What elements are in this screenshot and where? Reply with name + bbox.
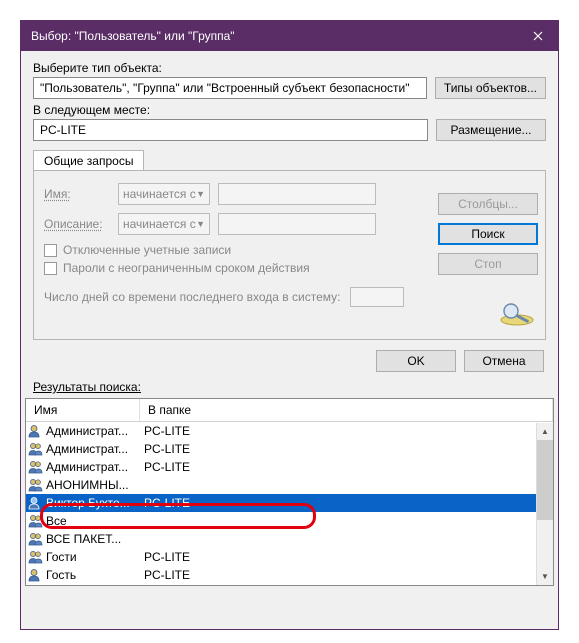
table-row[interactable]: Администрат...PC-LITE bbox=[26, 440, 553, 458]
cancel-button[interactable]: Отмена bbox=[464, 350, 544, 372]
titlebar: Выбор: "Пользователь" или "Группа" bbox=[21, 21, 558, 51]
non-expiring-pwd-checkbox[interactable] bbox=[44, 262, 57, 275]
last-login-days-input[interactable] bbox=[350, 287, 404, 307]
table-row[interactable]: Все bbox=[26, 512, 553, 530]
table-row[interactable]: ГостиPC-LITE bbox=[26, 548, 553, 566]
location-button[interactable]: Размещение... bbox=[436, 119, 546, 141]
table-row[interactable]: Виктор Бухте...PC-LITE bbox=[26, 494, 553, 512]
header-name[interactable]: Имя bbox=[26, 399, 140, 421]
search-decor-icon bbox=[497, 300, 537, 329]
object-type-label: Выберите тип объекта: bbox=[33, 61, 546, 75]
table-row[interactable]: Администрат...PC-LITE bbox=[26, 458, 553, 476]
table-row[interactable]: Администрат...PC-LITE bbox=[26, 422, 553, 440]
results-list: Имя В папке Администрат...PC-LITEАдминис… bbox=[25, 398, 554, 586]
chevron-down-icon: ▼ bbox=[196, 219, 205, 229]
right-button-column: Столбцы... Поиск Стоп bbox=[438, 193, 538, 275]
dialog-window: Выбор: "Пользователь" или "Группа" Выбер… bbox=[20, 20, 559, 630]
description-mode-value: начинается с bbox=[123, 217, 196, 231]
name-mode-value: начинается с bbox=[123, 187, 196, 201]
results-label: Результаты поиска: bbox=[21, 378, 558, 396]
object-types-button[interactable]: Типы объектов... bbox=[435, 77, 546, 99]
content-area: Выберите тип объекта: "Пользователь", "Г… bbox=[21, 51, 558, 340]
results-body[interactable]: Администрат...PC-LITEАдминистрат...PC-LI… bbox=[26, 422, 553, 584]
chevron-down-icon: ▼ bbox=[196, 189, 205, 199]
scrollbar[interactable]: ▲ ▼ bbox=[536, 423, 553, 585]
scroll-down-button[interactable]: ▼ bbox=[537, 568, 553, 585]
disabled-accounts-label: Отключенные учетные записи bbox=[63, 243, 231, 257]
ok-cancel-row: OK Отмена bbox=[21, 340, 558, 378]
titlebar-text: Выбор: "Пользователь" или "Группа" bbox=[31, 29, 518, 43]
results-header: Имя В папке bbox=[26, 399, 553, 422]
name-mode-select[interactable]: начинается с ▼ bbox=[118, 183, 210, 205]
description-input[interactable] bbox=[218, 213, 376, 235]
description-mode-select[interactable]: начинается с ▼ bbox=[118, 213, 210, 235]
table-row[interactable]: ВСЕ ПАКЕТ... bbox=[26, 530, 553, 548]
scroll-thumb[interactable] bbox=[537, 440, 553, 520]
close-icon bbox=[533, 31, 543, 41]
object-type-field: "Пользователь", "Группа" или "Встроенный… bbox=[33, 77, 427, 99]
name-input[interactable] bbox=[218, 183, 376, 205]
non-expiring-pwd-label: Пароли с неограниченным сроком действия bbox=[63, 261, 310, 275]
scroll-up-button[interactable]: ▲ bbox=[537, 423, 553, 440]
name-label: Имя: bbox=[44, 187, 110, 201]
table-row[interactable]: ГостьPC-LITE bbox=[26, 566, 553, 584]
location-field: PC-LITE bbox=[33, 119, 428, 141]
description-label: Описание: bbox=[44, 217, 110, 231]
close-button[interactable] bbox=[518, 21, 558, 51]
header-folder[interactable]: В папке bbox=[140, 399, 553, 421]
ok-button[interactable]: OK bbox=[376, 350, 456, 372]
location-label: В следующем месте: bbox=[33, 103, 546, 117]
find-button[interactable]: Поиск bbox=[438, 223, 538, 245]
last-login-label: Число дней со времени последнего входа в… bbox=[44, 290, 340, 304]
tab-common-queries[interactable]: Общие запросы bbox=[33, 150, 144, 171]
disabled-accounts-checkbox[interactable] bbox=[44, 244, 57, 257]
columns-button[interactable]: Столбцы... bbox=[438, 193, 538, 215]
table-row[interactable]: АНОНИМНЫ... bbox=[26, 476, 553, 494]
stop-button[interactable]: Стоп bbox=[438, 253, 538, 275]
